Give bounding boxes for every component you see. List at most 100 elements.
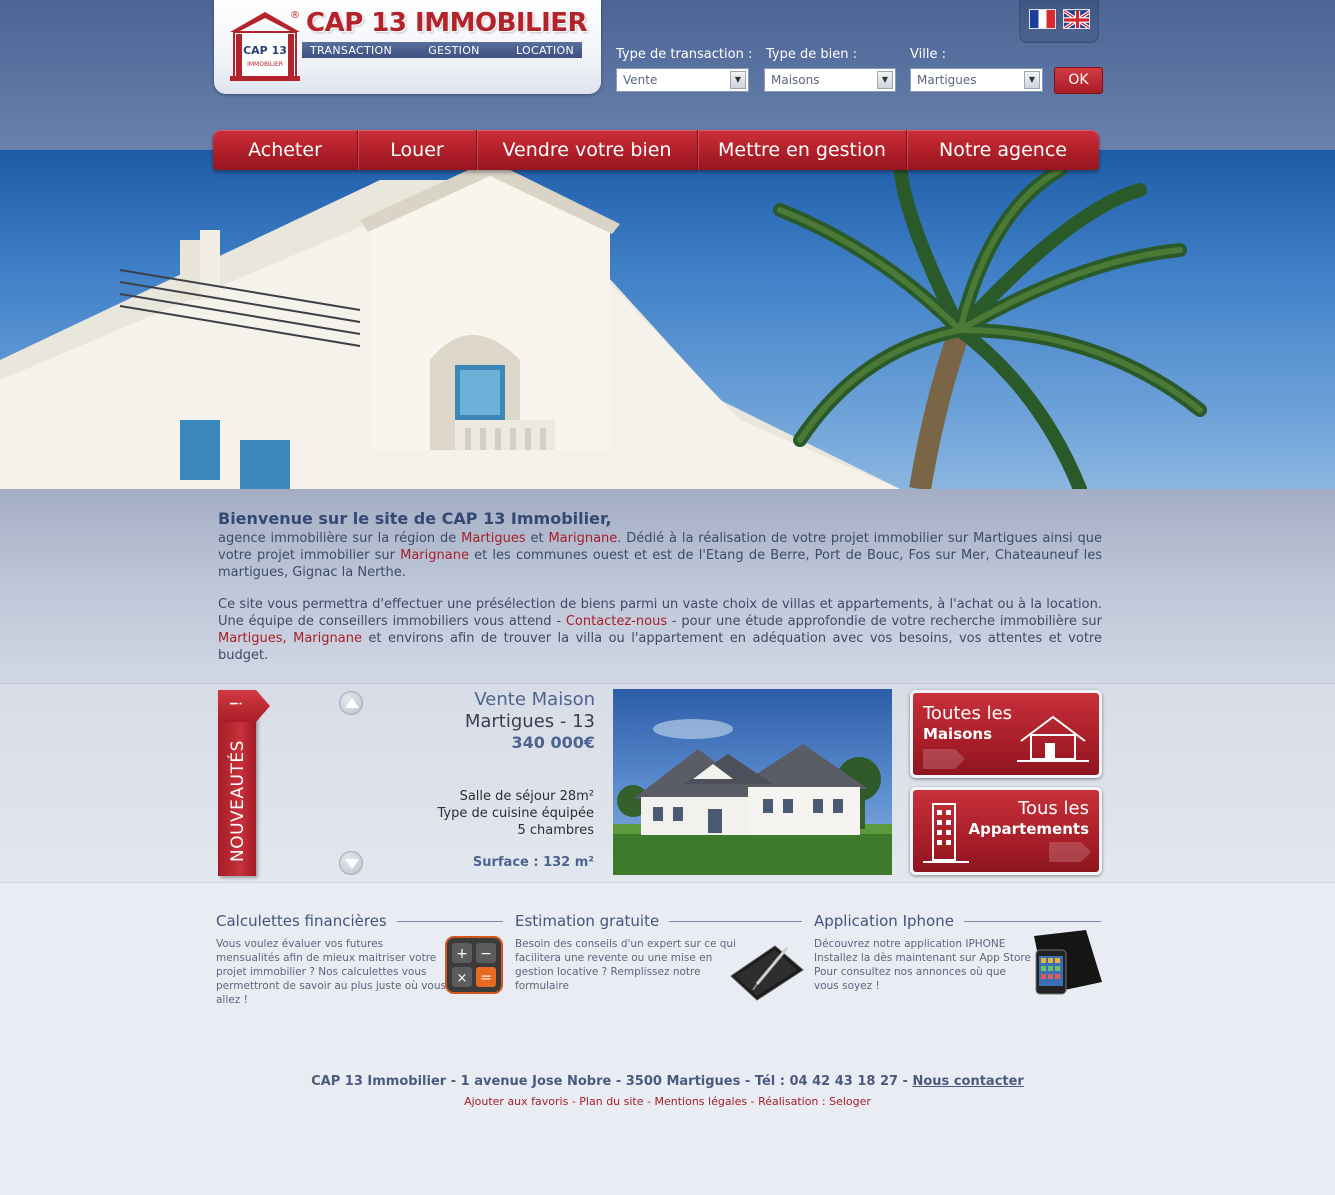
service-description: Découvrez notre application IPHONE Insta… <box>814 938 1031 992</box>
cta-apartments-line2: Appartements <box>968 820 1089 838</box>
new-listings-section: ! NOUVEAUTÉS Vente Maison Martigues - 13… <box>0 683 1335 883</box>
language-switcher <box>1019 0 1099 43</box>
svg-text:×: × <box>457 971 468 986</box>
transaction-type-value: Vente <box>623 73 658 87</box>
logo[interactable]: CAP 13 IMMOBILIER ® CAP 13 IMMOBILIER TR… <box>214 0 601 94</box>
chevron-down-icon: ▼ <box>730 71 746 89</box>
cta-apartments-line1: Tous les <box>1018 798 1089 819</box>
listing-feature: Salle de séjour 28m² <box>459 789 594 804</box>
exclamation-icon: ! <box>226 700 246 707</box>
building-icon <box>923 803 969 863</box>
logo-tagline: TRANSACTION GESTION LOCATION <box>302 42 582 58</box>
service-title: Estimation gratuite <box>515 912 802 930</box>
nav-gestion[interactable]: Mettre en gestion <box>698 130 907 170</box>
link-martigues[interactable]: Martigues <box>461 531 526 546</box>
svg-text:=: = <box>480 970 492 986</box>
link-marignane[interactable]: Marignane <box>548 531 617 546</box>
nav-acheter[interactable]: Acheter <box>213 130 358 170</box>
title-rule <box>396 920 503 922</box>
pen-notebook-icon <box>730 945 804 1001</box>
house-photo-image <box>613 719 892 875</box>
listing-title: Vente Maison <box>474 689 595 710</box>
tagline-gestion: GESTION <box>428 43 480 57</box>
hero-banner <box>0 150 1335 489</box>
footer-link-sitemap[interactable]: Plan du site <box>579 1095 643 1108</box>
cta-houses-line1: Toutes les <box>923 703 1013 724</box>
property-type-select[interactable]: Maisons ▼ <box>764 68 896 92</box>
main-nav: Acheter Louer Vendre votre bien Mettre e… <box>213 130 1099 170</box>
footer-separator: - <box>568 1095 580 1108</box>
hero-villa-palm-image <box>0 153 1207 489</box>
footer-link-favorites[interactable]: Ajouter aux favoris <box>464 1095 568 1108</box>
link-marignane[interactable]: Marignane <box>400 548 469 563</box>
listing-surface: Surface : 132 m² <box>472 855 594 870</box>
service-title: Calculettes financières <box>216 912 503 930</box>
intro-text: et <box>525 531 549 546</box>
uk-flag-icon[interactable] <box>1063 9 1090 29</box>
svg-text:−: − <box>480 946 492 962</box>
iphone-icon <box>1034 930 1102 995</box>
intro-title: Bienvenue sur le site de CAP 13 Immobili… <box>218 509 612 528</box>
city-select[interactable]: Martigues ▼ <box>910 68 1043 92</box>
arrow-down-icon <box>345 859 359 869</box>
arrow-right-icon <box>923 749 965 769</box>
intro-paragraph-1: agence immobilière sur la région de Mart… <box>218 530 1102 581</box>
property-type-label: Type de bien : <box>766 47 857 62</box>
news-ribbon-label: NOUVEAUTÉS <box>228 740 248 862</box>
listing-photo[interactable] <box>613 689 892 875</box>
listing-feature: 5 chambres <box>517 823 594 838</box>
listing-city: Martigues - 13 <box>464 711 595 732</box>
link-contact[interactable]: Contactez-nous <box>566 614 667 629</box>
chevron-down-icon: ▼ <box>877 71 893 89</box>
footer-address: CAP 13 Immobilier - 1 avenue Jose Nobre … <box>0 1074 1335 1089</box>
fr-flag-icon[interactable] <box>1029 9 1056 29</box>
logo-emblem-sub: IMMOBILIER <box>247 61 283 68</box>
service-title-text: Estimation gratuite <box>515 912 660 930</box>
service-title-text: Application Iphone <box>814 912 954 930</box>
chevron-down-icon: ▼ <box>1024 71 1040 89</box>
service-title-text: Calculettes financières <box>216 912 387 930</box>
service-description: Besoin des conseils d'un expert sur ce q… <box>515 938 736 992</box>
search-submit-button[interactable]: OK <box>1054 67 1103 94</box>
logo-emblem-text: CAP 13 <box>243 44 287 57</box>
nav-vendre[interactable]: Vendre votre bien <box>477 130 698 170</box>
intro-section: Bienvenue sur le site de CAP 13 Immobili… <box>0 489 1335 683</box>
title-rule <box>963 920 1101 922</box>
property-type-value: Maisons <box>771 73 820 87</box>
intro-content: Bienvenue sur le site de CAP 13 Immobili… <box>218 509 1102 664</box>
nav-agence[interactable]: Notre agence <box>907 130 1099 170</box>
listing-summary[interactable]: Vente Maison Martigues - 13 340 000€ <box>380 689 595 752</box>
intro-text: - pour une étude approfondie de votre re… <box>667 614 1102 629</box>
calculator-icon: + − × = <box>445 936 503 994</box>
house-icon <box>1017 715 1089 762</box>
footer-separator: - <box>643 1095 655 1108</box>
service-iphone-app[interactable]: Application Iphone Découvrez notre appli… <box>814 912 1102 995</box>
footer-link-credits[interactable]: Réalisation : Seloger <box>758 1095 871 1108</box>
intro-paragraph-2: Ce site vous permettra d'effectuer une p… <box>218 596 1102 664</box>
footer-link-legal[interactable]: Mentions légales <box>654 1095 747 1108</box>
link-martigues-marignane[interactable]: Martigues, Marignane <box>218 631 362 646</box>
registered-mark: ® <box>290 10 300 21</box>
nav-louer[interactable]: Louer <box>358 130 477 170</box>
service-calculators[interactable]: Calculettes financières Vous voulez éval… <box>216 912 503 1006</box>
transaction-type-select[interactable]: Vente ▼ <box>616 68 749 92</box>
listing-features: Salle de séjour 28m² Type de cuisine équ… <box>380 788 594 839</box>
listing-price: 340 000€ <box>511 733 596 752</box>
footer-contact-link[interactable]: Nous contacter <box>912 1074 1023 1089</box>
listing-feature: Type de cuisine équipée <box>437 806 594 821</box>
next-listing-button[interactable] <box>339 851 363 875</box>
transaction-type-label: Type de transaction : <box>616 47 753 62</box>
logo-title: CAP 13 IMMOBILIER <box>306 8 588 38</box>
tagline-transaction: TRANSACTION <box>310 43 393 57</box>
all-houses-button[interactable]: Toutes les Maisons <box>910 690 1102 778</box>
svg-text:+: + <box>456 946 468 962</box>
city-value: Martigues <box>917 73 977 87</box>
intro-text: agence immobilière sur la région de <box>218 531 462 546</box>
service-description: Vous voulez évaluer vos futures mensuali… <box>216 938 446 1006</box>
all-apartments-button[interactable]: Tous les Appartements <box>910 787 1102 875</box>
footer-links: Ajouter aux favoris - Plan du site - Men… <box>0 1095 1335 1108</box>
previous-listing-button[interactable] <box>339 691 363 715</box>
service-estimation[interactable]: Estimation gratuite Besoin des conseils … <box>515 912 804 1001</box>
arrow-up-icon <box>345 698 359 708</box>
tagline-location: LOCATION <box>515 43 574 57</box>
